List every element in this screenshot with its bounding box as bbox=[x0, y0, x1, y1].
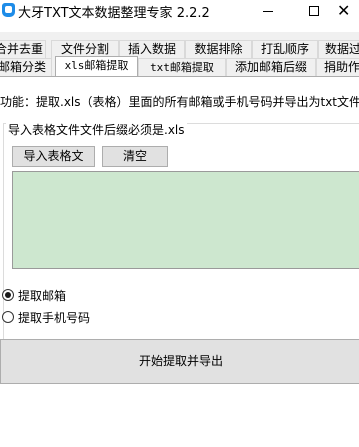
title-bar: 大牙TXT文本数据整理专家 2.2.2 ✕ bbox=[0, 0, 359, 32]
minimize-icon bbox=[263, 10, 273, 12]
tab-shuffle[interactable]: 打乱顺序 bbox=[252, 40, 318, 58]
app-icon bbox=[2, 3, 15, 17]
tab-add-email-suffix[interactable]: 添加邮箱后缀 bbox=[226, 58, 316, 76]
tab-merge-dedupe[interactable]: 合并去重 bbox=[0, 40, 46, 58]
tab-txt-email-extract[interactable]: txt邮箱提取 bbox=[138, 58, 226, 76]
radio-extract-phone-label: 提取手机号码 bbox=[18, 310, 91, 325]
minimize-button[interactable] bbox=[245, 0, 291, 22]
clear-button[interactable]: 清空 bbox=[102, 146, 168, 167]
window-title: 大牙TXT文本数据整理专家 2.2.2 bbox=[18, 6, 210, 21]
radio-unchecked-icon bbox=[2, 311, 14, 323]
import-table-button[interactable]: 导入表格文 bbox=[12, 146, 95, 167]
tab-xls-email-extract[interactable]: xls邮箱提取 bbox=[55, 56, 138, 76]
tab-row-1: 合并去重 文件分割 插入数据 数据排除 打乱顺序 数据过 bbox=[0, 40, 359, 58]
tab-panel: 功能：提取.xls（表格）里面的所有邮箱或手机号码并导出为txt文件 导入表格文… bbox=[0, 76, 359, 447]
tab-exclude-data[interactable]: 数据排除 bbox=[185, 40, 252, 58]
tab-data-filter[interactable]: 数据过 bbox=[318, 40, 359, 58]
tab-email-classify[interactable]: 邮箱分类 bbox=[0, 58, 52, 76]
group-title: 导入表格文件文件后缀必须是.xls bbox=[6, 123, 187, 137]
close-icon: ✕ bbox=[337, 1, 351, 20]
function-description: 功能：提取.xls（表格）里面的所有邮箱或手机号码并导出为txt文件 bbox=[0, 95, 359, 109]
radio-extract-phone[interactable]: 提取手机号码 bbox=[2, 309, 90, 325]
maximize-icon bbox=[309, 6, 319, 16]
radio-checked-icon bbox=[2, 289, 14, 301]
tab-row-2: 邮箱分类 xls邮箱提取 txt邮箱提取 添加邮箱后缀 捐助作 bbox=[0, 56, 359, 76]
radio-extract-email[interactable]: 提取邮箱 bbox=[2, 287, 66, 303]
radio-extract-email-label: 提取邮箱 bbox=[18, 288, 67, 303]
maximize-button[interactable] bbox=[291, 0, 337, 22]
content-textarea[interactable] bbox=[12, 171, 359, 269]
close-button[interactable]: ✕ bbox=[337, 0, 359, 22]
start-extract-export-button[interactable]: 开始提取并导出 bbox=[0, 339, 359, 384]
tab-donate[interactable]: 捐助作 bbox=[316, 58, 359, 76]
